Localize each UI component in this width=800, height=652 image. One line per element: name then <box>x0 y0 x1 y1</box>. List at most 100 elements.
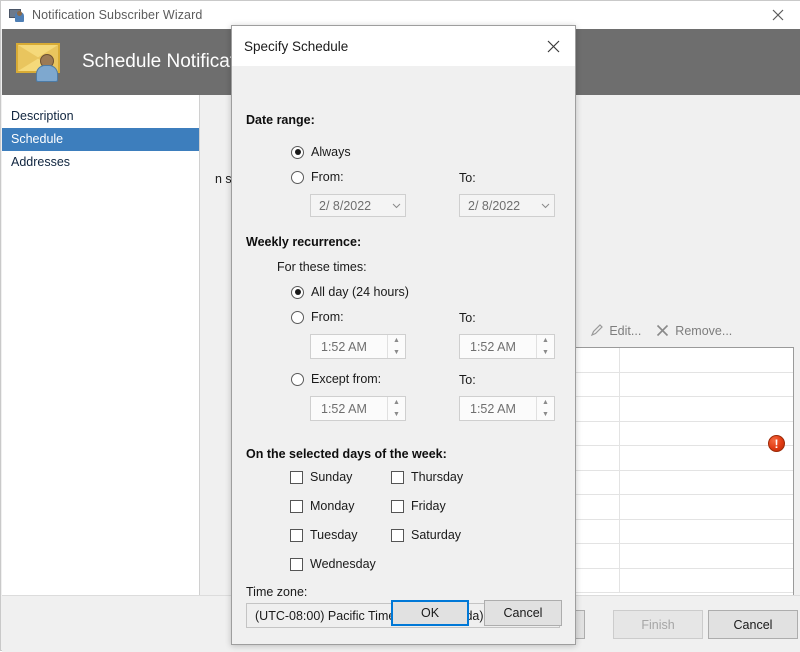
table-cell-value <box>620 495 793 519</box>
table-cell-value <box>620 520 793 544</box>
dialog-close-icon[interactable] <box>531 26 575 66</box>
table-cell-value <box>620 422 793 446</box>
window-title: Notification Subscriber Wizard <box>32 8 203 22</box>
stepper-up-icon[interactable]: ▲ <box>537 335 554 347</box>
stepper-down-icon[interactable]: ▼ <box>537 409 554 421</box>
radio-except-from-indicator <box>291 372 304 386</box>
checkbox-saturday[interactable]: Saturday <box>391 528 461 542</box>
except-to-stepper[interactable]: ▲ ▼ <box>536 397 554 420</box>
radio-all-day[interactable]: All day (24 hours) <box>291 285 409 299</box>
checkbox-thursday[interactable]: Thursday <box>391 470 463 484</box>
ok-button[interactable]: OK <box>391 600 469 626</box>
radio-all-day-indicator <box>291 285 304 299</box>
date-to-input[interactable]: 2/ 8/2022 <box>459 194 555 217</box>
page-title: Schedule Notificati <box>82 51 240 72</box>
radio-date-from[interactable]: From: <box>291 170 344 184</box>
remove-button-label: Remove... <box>675 323 733 338</box>
dialog-titlebar: Specify Schedule <box>232 26 575 66</box>
time-from-to-label: To: <box>459 311 476 325</box>
table-cell-value <box>620 373 793 397</box>
table-cell-value <box>620 569 793 593</box>
time-to-value: 1:52 AM <box>470 339 516 354</box>
except-to-input[interactable]: 1:52 AM ▲ ▼ <box>459 396 555 421</box>
table-cell-value <box>620 544 793 568</box>
cancel-button[interactable]: Cancel <box>708 610 798 639</box>
time-from-stepper[interactable]: ▲ ▼ <box>387 335 405 358</box>
except-to-value: 1:52 AM <box>470 401 516 416</box>
sidebar-item-description[interactable]: Description <box>2 105 199 128</box>
sidebar-item-schedule[interactable]: Schedule <box>2 128 199 151</box>
time-to-input[interactable]: 1:52 AM ▲ ▼ <box>459 334 555 359</box>
radio-always-indicator <box>291 145 304 159</box>
stepper-down-icon[interactable]: ▼ <box>388 409 405 421</box>
stepper-up-icon[interactable]: ▲ <box>537 397 554 409</box>
remove-button[interactable]: Remove... <box>655 323 732 338</box>
time-to-stepper[interactable]: ▲ ▼ <box>536 335 554 358</box>
wizard-step-list: Description Schedule Addresses <box>2 95 200 595</box>
date-to-value: 2/ 8/2022 <box>468 198 521 213</box>
date-range-heading: Date range: <box>246 113 315 127</box>
checkbox-monday-box <box>290 499 303 513</box>
checkbox-sunday-box <box>290 470 303 484</box>
checkbox-wednesday-box <box>290 557 303 571</box>
radio-time-from-indicator <box>291 310 304 324</box>
radio-time-from-label: From: <box>311 310 344 324</box>
checkbox-thursday-box <box>391 470 404 484</box>
checkbox-friday-box <box>391 499 404 513</box>
checkbox-tuesday[interactable]: Tuesday <box>290 528 357 542</box>
checkbox-wednesday-label: Wednesday <box>310 557 376 571</box>
checkbox-saturday-box <box>391 528 404 542</box>
pencil-icon <box>589 323 604 338</box>
stepper-down-icon[interactable]: ▼ <box>388 347 405 359</box>
checkbox-wednesday[interactable]: Wednesday <box>290 557 376 571</box>
edit-button[interactable]: Edit... <box>589 323 641 338</box>
checkbox-friday[interactable]: Friday <box>391 499 446 513</box>
radio-time-from[interactable]: From: <box>291 310 344 324</box>
checkbox-monday[interactable]: Monday <box>290 499 354 513</box>
chevron-down-icon[interactable] <box>536 203 554 209</box>
radio-except-from[interactable]: Except from: <box>291 372 381 386</box>
except-from-input[interactable]: 1:52 AM ▲ ▼ <box>310 396 406 421</box>
stepper-up-icon[interactable]: ▲ <box>388 397 405 409</box>
date-from-input[interactable]: 2/ 8/2022 <box>310 194 406 217</box>
stepper-down-icon[interactable]: ▼ <box>537 347 554 359</box>
dialog-footer: OK Cancel <box>232 588 575 644</box>
radio-date-from-indicator <box>291 170 304 184</box>
specify-schedule-dialog: Specify Schedule Date range: Always From… <box>231 25 576 645</box>
date-from-value: 2/ 8/2022 <box>319 198 372 213</box>
chevron-down-icon[interactable] <box>387 203 405 209</box>
checkbox-friday-label: Friday <box>411 499 446 513</box>
table-cell-value <box>620 446 793 470</box>
checkbox-tuesday-box <box>290 528 303 542</box>
dialog-title: Specify Schedule <box>244 38 349 54</box>
mail-user-icon <box>9 7 25 23</box>
edit-button-label: Edit... <box>609 323 642 338</box>
except-from-stepper[interactable]: ▲ ▼ <box>387 397 405 420</box>
table-cell-value <box>620 348 793 372</box>
time-from-value: 1:52 AM <box>321 339 367 354</box>
finish-button[interactable]: Finish <box>613 610 703 639</box>
checkbox-monday-label: Monday <box>310 499 355 513</box>
table-cell-value <box>620 471 793 495</box>
days-of-week-heading: On the selected days of the week: <box>246 447 447 461</box>
radio-except-from-label: Except from: <box>311 372 382 386</box>
table-cell-value <box>620 397 793 421</box>
error-icon[interactable]: ! <box>768 435 785 452</box>
except-to-label: To: <box>459 373 476 387</box>
dialog-cancel-button[interactable]: Cancel <box>484 600 562 626</box>
window-close-icon[interactable] <box>755 1 800 29</box>
checkbox-tuesday-label: Tuesday <box>310 528 358 542</box>
radio-always[interactable]: Always <box>291 145 351 159</box>
checkbox-sunday[interactable]: Sunday <box>290 470 352 484</box>
weekly-recurrence-heading: Weekly recurrence: <box>246 235 362 249</box>
radio-all-day-label: All day (24 hours) <box>311 285 409 299</box>
radio-always-label: Always <box>311 145 351 159</box>
sidebar-item-addresses[interactable]: Addresses <box>2 151 199 174</box>
stepper-up-icon[interactable]: ▲ <box>388 335 405 347</box>
date-to-label: To: <box>459 171 476 185</box>
checkbox-saturday-label: Saturday <box>411 528 462 542</box>
radio-date-from-label: From: <box>311 170 344 184</box>
time-from-input[interactable]: 1:52 AM ▲ ▼ <box>310 334 406 359</box>
for-these-times-label: For these times: <box>277 260 367 274</box>
dialog-body: Date range: Always From: To: 2/ 8/2022 2… <box>232 66 575 628</box>
